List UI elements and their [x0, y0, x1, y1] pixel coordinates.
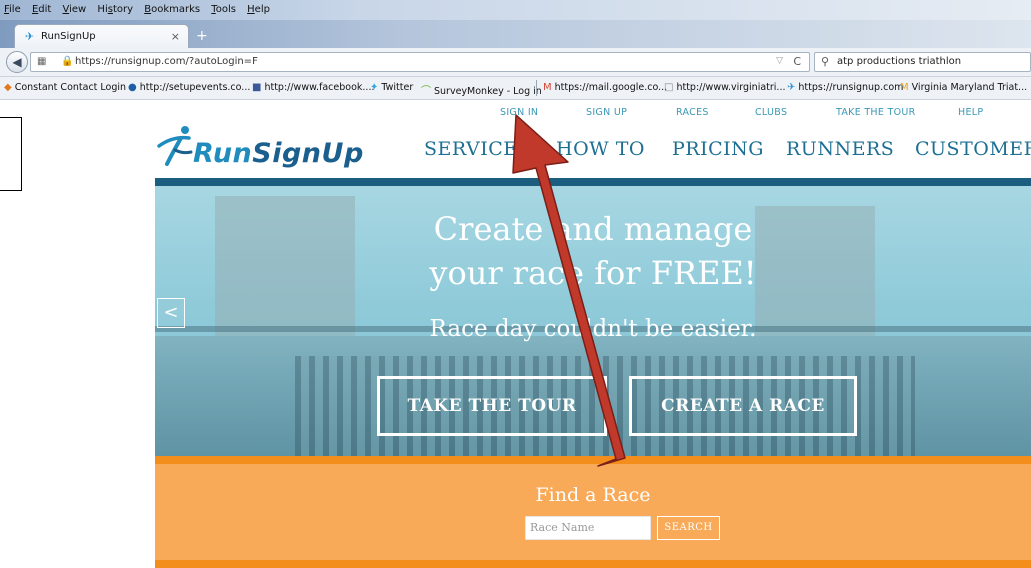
navigation-bar: ◀ ▦ 🔒 https://runsignup.com/?autoLogin=F…	[0, 48, 1031, 77]
search-box[interactable]: ⚲ atp productions triathlon	[814, 52, 1031, 72]
menu-file[interactable]: File	[4, 4, 21, 15]
bookmark-virginiatri[interactable]: □ http://www.virginiatri...	[664, 82, 786, 93]
vm-icon: M	[900, 82, 909, 93]
overlay-box	[0, 117, 22, 191]
menu-tools[interactable]: Tools	[211, 4, 236, 15]
nav-how-to[interactable]: HOW TO	[556, 138, 645, 160]
back-arrow-icon: ◀	[12, 55, 22, 69]
take-the-tour-button[interactable]: TAKE THE TOUR	[377, 376, 607, 436]
race-search-button[interactable]: SEARCH	[657, 516, 720, 540]
tab-strip: ✈ RunSignUp × +	[0, 20, 1031, 48]
nav-services[interactable]: SERVICES	[424, 138, 531, 160]
bookmark-runsignup[interactable]: ✈ https://runsignup.com	[787, 82, 903, 93]
clubs-link[interactable]: CLUBS	[755, 107, 787, 118]
orange-divider	[155, 456, 1031, 464]
surveymonkey-icon: ⌒	[421, 86, 431, 97]
close-tab-icon[interactable]: ×	[171, 30, 180, 43]
runsignup-favicon-icon: ✈	[25, 30, 35, 43]
setup-events-icon: ●	[128, 82, 137, 93]
hero-banner: Create and manage your race for FREE! Ra…	[155, 186, 1031, 456]
runsignup-logo[interactable]: RunSignUp	[155, 120, 363, 170]
sign-up-link[interactable]: SIGN UP	[586, 107, 627, 118]
site-identity-icon[interactable]: ▦	[37, 56, 46, 67]
search-text[interactable]: atp productions triathlon	[837, 56, 961, 67]
runner-logo-icon	[157, 126, 193, 166]
url-bar[interactable]: ▦ 🔒 https://runsignup.com/?autoLogin=F ▽…	[30, 52, 810, 72]
bookmark-setupevents[interactable]: ● http://setupevents.co...	[128, 82, 250, 93]
carousel-prev-button[interactable]: <	[157, 298, 185, 328]
lock-icon: 🔒	[61, 56, 74, 67]
nav-customer[interactable]: CUSTOMER	[915, 138, 1031, 160]
help-link[interactable]: HELP	[958, 107, 983, 118]
menu-help[interactable]: Help	[247, 4, 270, 15]
hero-subtitle: Race day couldn't be easier.	[429, 316, 757, 342]
constant-contact-icon: ◆	[4, 82, 12, 93]
reload-icon[interactable]: C	[793, 55, 801, 68]
search-icon: ⚲	[821, 55, 830, 68]
menu-edit[interactable]: Edit	[32, 4, 51, 15]
nav-runners[interactable]: RUNNERS	[786, 138, 894, 160]
menu-bar: File Edit View History Bookmarks Tools H…	[0, 0, 1031, 20]
nav-divider-strip	[155, 178, 1031, 186]
bookmark-separator	[536, 80, 537, 96]
bookmark-constant-contact[interactable]: ◆ Constant Contact Login	[4, 82, 126, 93]
hero-title-line2: your race for FREE!	[429, 254, 757, 292]
blank-page-icon: □	[664, 82, 674, 93]
new-tab-button[interactable]: +	[196, 28, 208, 44]
url-text[interactable]: https://runsignup.com/?autoLogin=F	[75, 56, 258, 67]
races-link[interactable]: RACES	[676, 107, 709, 118]
menu-view[interactable]: View	[63, 4, 87, 15]
find-a-race-section: Find a Race Race Name SEARCH	[155, 464, 1031, 560]
runsignup-icon: ✈	[787, 82, 796, 93]
bookmark-facebook[interactable]: ■ http://www.facebook....	[252, 82, 374, 93]
orange-bottom-strip	[155, 560, 1031, 568]
bookmark-virginia-maryland[interactable]: M Virginia Maryland Triat...	[900, 82, 1027, 93]
gmail-icon: M	[543, 82, 552, 93]
nav-pricing[interactable]: PRICING	[672, 138, 764, 160]
menu-history[interactable]: History	[97, 4, 133, 15]
race-name-input[interactable]: Race Name	[525, 516, 651, 540]
bookmark-gmail[interactable]: Mhttps://mail.google.co...	[543, 82, 667, 93]
find-a-race-title: Find a Race	[535, 484, 651, 506]
take-the-tour-link[interactable]: TAKE THE TOUR	[836, 107, 916, 118]
bookmark-surveymonkey[interactable]: ⌒ SurveyMonkey - Log in	[421, 82, 542, 97]
hero-title-line1: Create and manage	[433, 210, 753, 248]
tab-runsignup[interactable]: ✈ RunSignUp ×	[14, 24, 189, 48]
logo-text: RunSignUp	[193, 138, 364, 169]
menu-bookmarks[interactable]: Bookmarks	[144, 4, 200, 15]
tab-title: RunSignUp	[41, 31, 96, 42]
bookmarks-toolbar: ◆ Constant Contact Login ● http://setupeve…	[0, 77, 1031, 100]
twitter-icon: ✦	[370, 82, 379, 93]
sign-in-link[interactable]: SIGN IN	[500, 107, 538, 118]
back-button[interactable]: ◀	[6, 51, 28, 73]
bookmark-twitter[interactable]: ✦ Twitter	[370, 82, 413, 93]
facebook-icon: ■	[252, 82, 262, 93]
create-a-race-button[interactable]: CREATE A RACE	[629, 376, 857, 436]
url-dropdown-icon[interactable]: ▽	[776, 56, 783, 66]
